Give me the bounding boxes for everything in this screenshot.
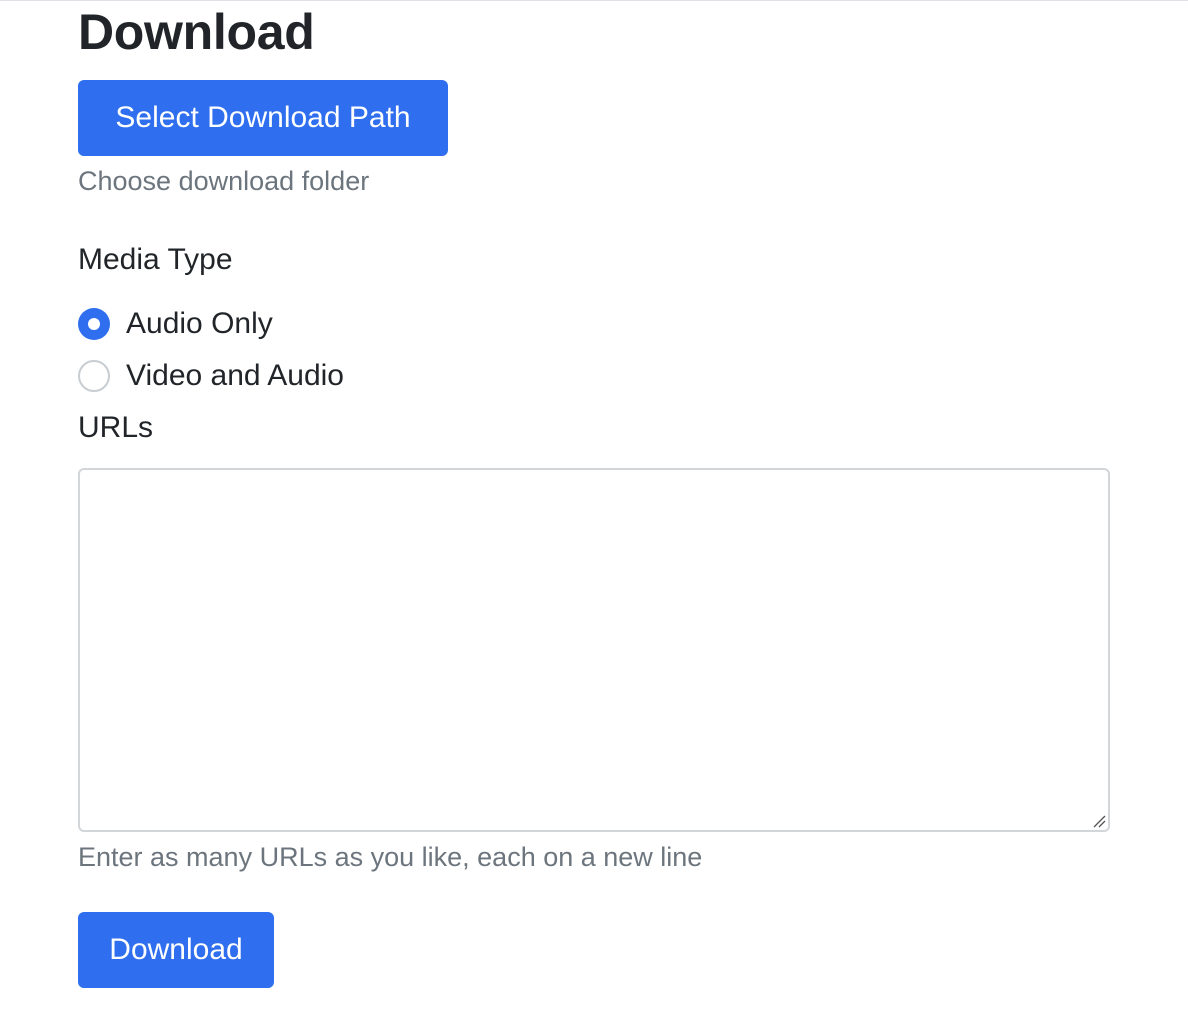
audio-only-label[interactable]: Audio Only xyxy=(126,307,273,341)
urls-textarea[interactable] xyxy=(78,468,1110,832)
radio-option-audio-only[interactable]: Audio Only xyxy=(78,306,273,342)
top-divider xyxy=(0,0,1188,1)
download-button[interactable]: Download xyxy=(78,912,274,988)
audio-only-radio[interactable] xyxy=(78,308,110,340)
urls-label: URLs xyxy=(78,411,154,444)
download-path-help-text: Choose download folder xyxy=(78,166,370,196)
page-title: Download xyxy=(78,4,315,60)
radio-option-video-and-audio[interactable]: Video and Audio xyxy=(78,358,344,394)
urls-textarea-container xyxy=(78,468,1110,832)
video-and-audio-radio[interactable] xyxy=(78,360,110,392)
resize-grip-icon[interactable] xyxy=(1092,814,1106,828)
media-type-label: Media Type xyxy=(78,243,233,276)
video-and-audio-label[interactable]: Video and Audio xyxy=(126,359,344,393)
urls-help-text: Enter as many URLs as you like, each on … xyxy=(78,842,703,872)
select-download-path-button[interactable]: Select Download Path xyxy=(78,80,448,156)
